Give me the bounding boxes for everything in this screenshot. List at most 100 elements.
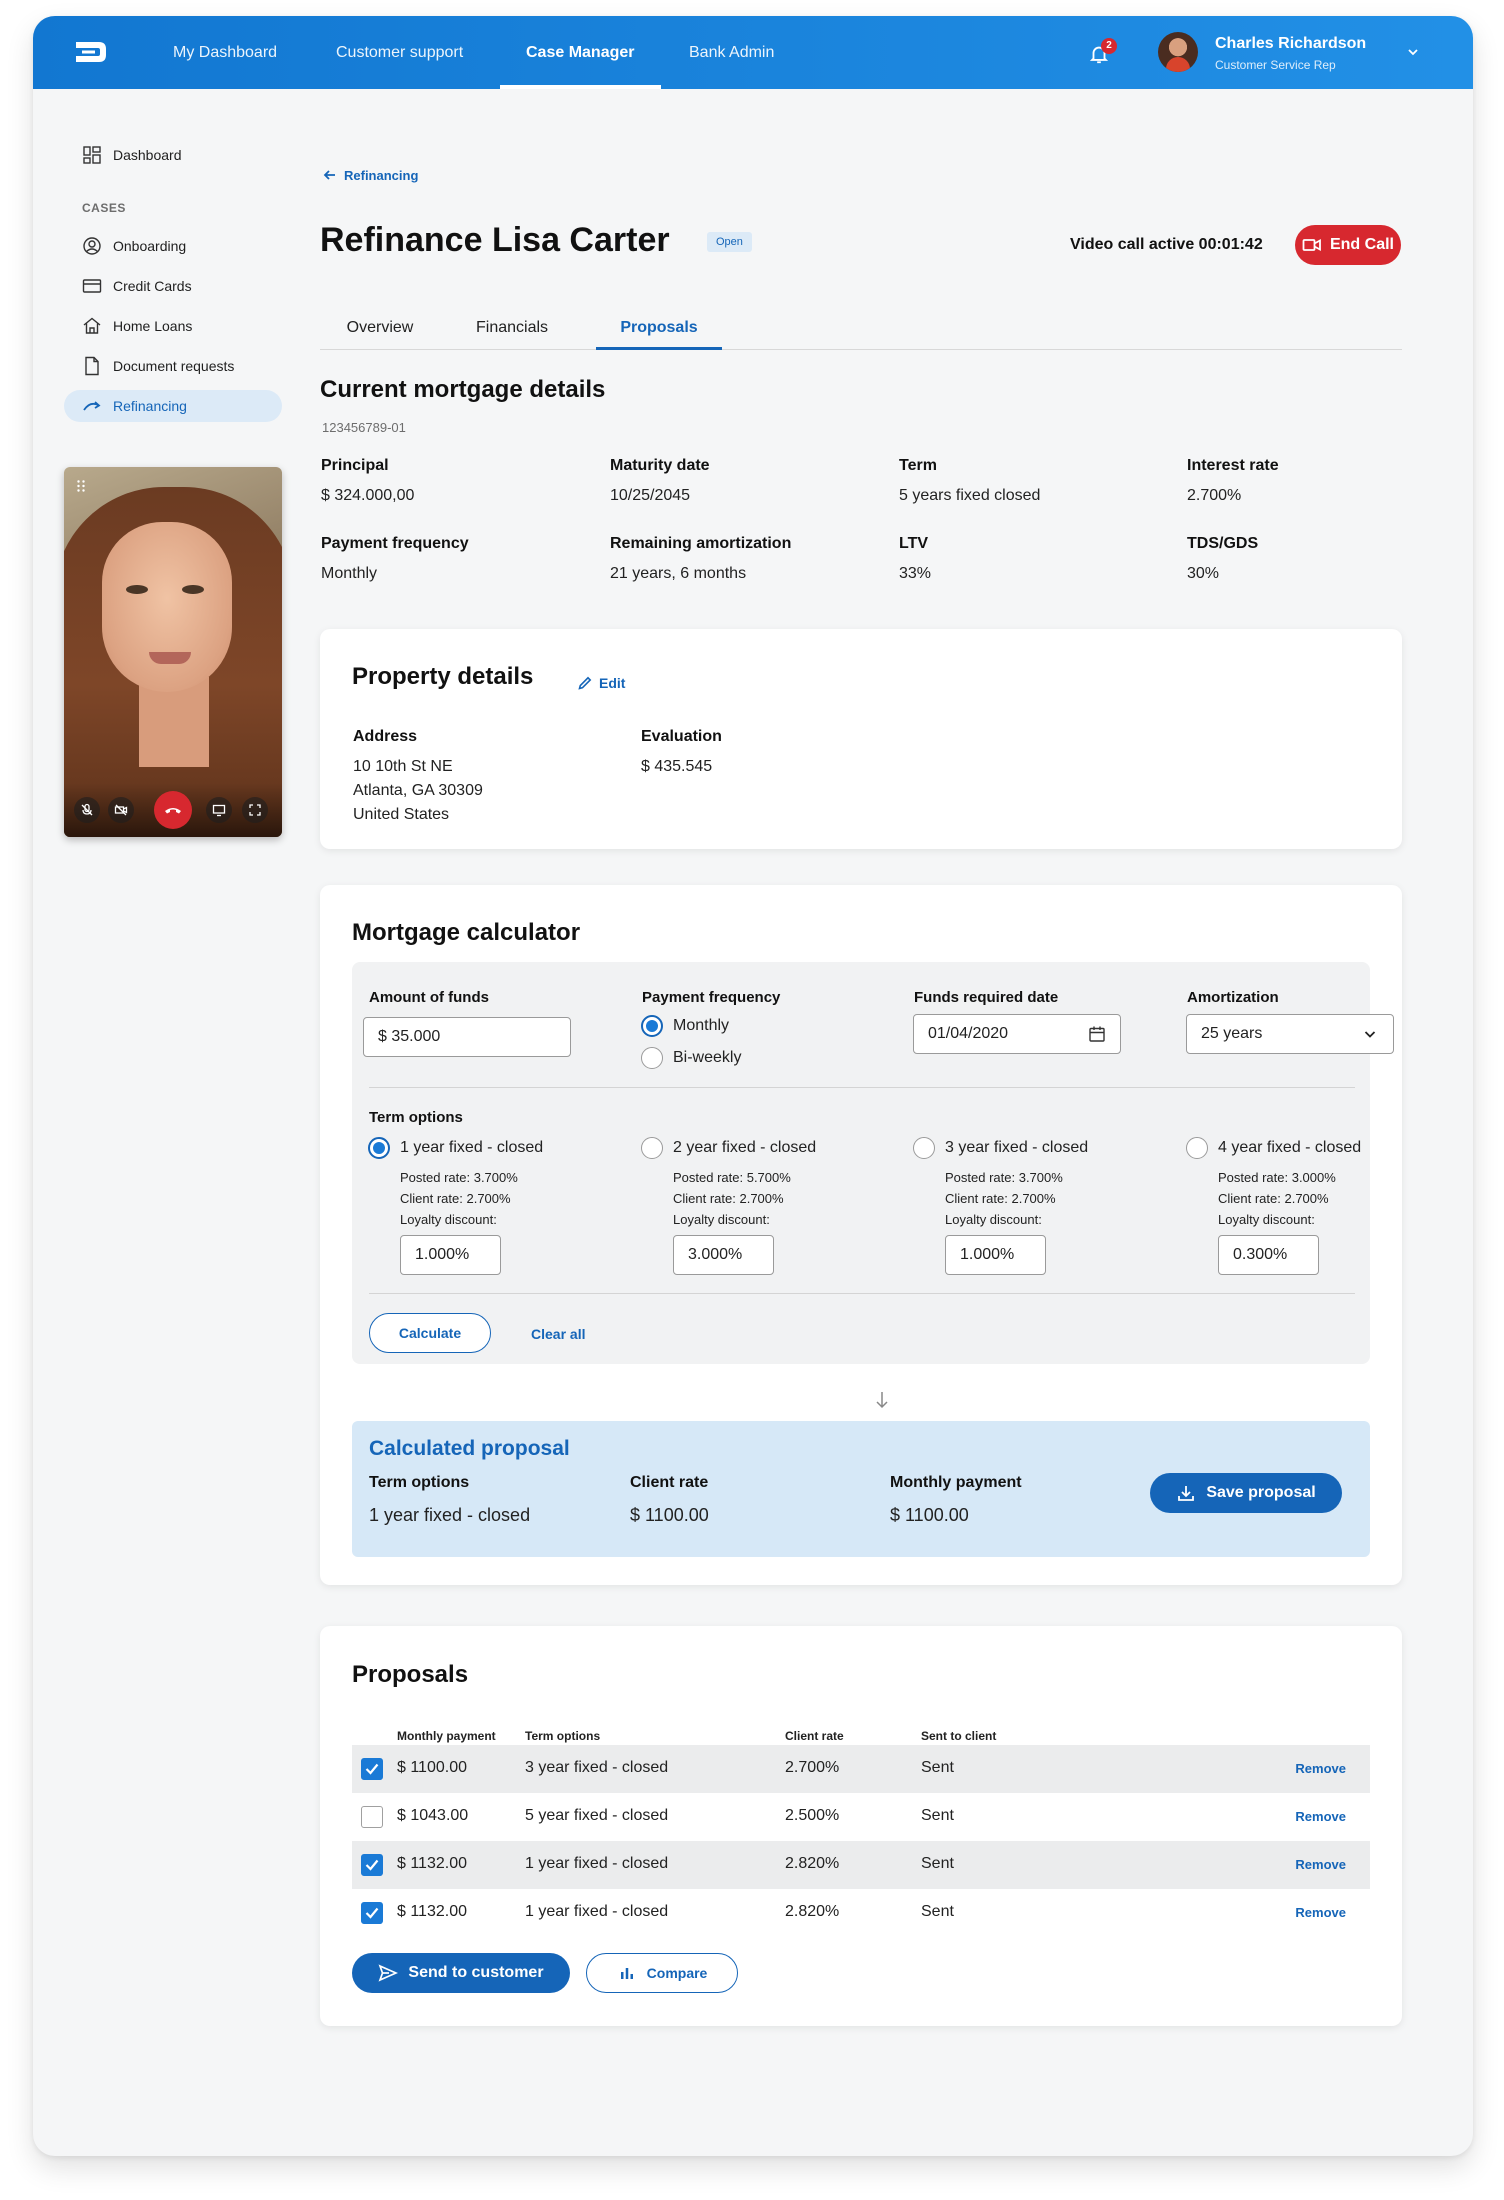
arrow-left-icon bbox=[323, 170, 335, 180]
video-call-status: Video call active 00:01:42 bbox=[1070, 236, 1263, 253]
proposal-term-label: Term options bbox=[369, 1474, 470, 1491]
edit-property-link[interactable]: Edit bbox=[577, 675, 625, 691]
avatar[interactable] bbox=[1158, 32, 1198, 72]
tds-gds-label: TDS/GDS bbox=[1187, 535, 1259, 552]
amortization-label: Amortization bbox=[1187, 989, 1279, 1006]
row-sent: Sent bbox=[921, 1759, 954, 1776]
row-checkbox[interactable] bbox=[361, 1902, 383, 1924]
save-proposal-button[interactable]: Save proposal bbox=[1150, 1473, 1342, 1513]
remove-button[interactable]: Remove bbox=[1295, 1809, 1346, 1824]
calculate-button[interactable]: Calculate bbox=[369, 1313, 491, 1353]
term-option-4-radio[interactable] bbox=[1186, 1137, 1208, 1159]
proposal-payment-label: Monthly payment bbox=[890, 1474, 1022, 1491]
mute-button[interactable] bbox=[74, 797, 100, 823]
row-checkbox[interactable] bbox=[361, 1806, 383, 1828]
term-option-3-label: 3 year fixed - closed bbox=[945, 1139, 1089, 1156]
sidebar-item-refinancing[interactable]: Refinancing bbox=[64, 390, 282, 422]
frequency-monthly-radio[interactable] bbox=[641, 1015, 663, 1037]
remaining-amortization-value: 21 years, 6 months bbox=[610, 565, 747, 582]
sidebar-item-label: Onboarding bbox=[113, 238, 187, 254]
compare-label: Compare bbox=[646, 1965, 708, 1981]
end-call-label: End Call bbox=[1329, 236, 1394, 253]
property-section-title: Property details bbox=[352, 663, 534, 690]
sidebar-item-credit-cards[interactable]: Credit Cards bbox=[64, 270, 282, 302]
ltv-value: 33% bbox=[899, 565, 932, 582]
principal-label: Principal bbox=[321, 457, 389, 474]
remove-button[interactable]: Remove bbox=[1295, 1905, 1346, 1920]
term-option-1-radio[interactable] bbox=[368, 1137, 390, 1159]
term-option-2-client: Client rate: 2.700% bbox=[673, 1191, 784, 1206]
term-option-4-posted: Posted rate: 3.000% bbox=[1218, 1170, 1336, 1185]
term-option-4-discount-input[interactable]: 0.300% bbox=[1218, 1235, 1319, 1275]
arrow-down-icon bbox=[876, 1392, 888, 1409]
sidebar-item-home-loans[interactable]: Home Loans bbox=[64, 310, 282, 342]
phone-hangup-icon bbox=[165, 808, 181, 814]
row-sent: Sent bbox=[921, 1903, 954, 1920]
row-checkbox[interactable] bbox=[361, 1854, 383, 1876]
mic-off-icon bbox=[81, 803, 93, 816]
sidebar-item-document-requests[interactable]: Document requests bbox=[64, 350, 282, 382]
payment-frequency-value: Monthly bbox=[321, 565, 378, 582]
sidebar-item-dashboard[interactable]: Dashboard bbox=[64, 139, 282, 171]
camera-toggle-button[interactable] bbox=[108, 797, 134, 823]
tab-financials[interactable]: Financials bbox=[444, 306, 580, 350]
term-label: Term bbox=[899, 457, 937, 474]
term-option-1-label: 1 year fixed - closed bbox=[400, 1139, 544, 1156]
status-badge: Open bbox=[707, 232, 752, 252]
send-icon bbox=[378, 1964, 399, 1982]
user-role: Customer Service Rep bbox=[1215, 58, 1336, 72]
frequency-label: Payment frequency bbox=[642, 989, 781, 1006]
address-label: Address bbox=[353, 728, 418, 745]
calendar-icon[interactable] bbox=[1088, 1025, 1106, 1043]
term-option-1-discount-input[interactable]: 1.000% bbox=[400, 1235, 501, 1275]
row-term: 3 year fixed - closed bbox=[525, 1759, 669, 1776]
remove-button[interactable]: Remove bbox=[1295, 1761, 1346, 1776]
brand-logo[interactable] bbox=[73, 38, 109, 66]
drag-handle-icon[interactable] bbox=[76, 479, 86, 493]
row-rate: 2.500% bbox=[785, 1807, 840, 1824]
compare-button[interactable]: Compare bbox=[586, 1953, 738, 1993]
send-to-customer-button[interactable]: Send to customer bbox=[352, 1953, 570, 1993]
row-sent: Sent bbox=[921, 1807, 954, 1824]
tab-proposals[interactable]: Proposals bbox=[596, 306, 722, 350]
remove-button[interactable]: Remove bbox=[1295, 1857, 1346, 1872]
notification-badge: 2 bbox=[1101, 38, 1117, 54]
row-term: 1 year fixed - closed bbox=[525, 1903, 669, 1920]
interest-rate-value: 2.700% bbox=[1187, 487, 1242, 504]
screen-share-icon bbox=[212, 804, 226, 817]
term-option-3-discount-input[interactable]: 1.000% bbox=[945, 1235, 1046, 1275]
fullscreen-icon bbox=[249, 804, 261, 816]
video-camera-icon bbox=[1302, 238, 1321, 252]
video-controls bbox=[64, 783, 282, 837]
proposal-payment-value: $ 1100.00 bbox=[890, 1505, 969, 1525]
fullscreen-button[interactable] bbox=[242, 797, 268, 823]
proposals-section-title: Proposals bbox=[352, 1661, 469, 1688]
row-checkbox[interactable] bbox=[361, 1758, 383, 1780]
end-call-button[interactable]: End Call bbox=[1295, 225, 1401, 265]
row-payment: $ 1043.00 bbox=[397, 1807, 469, 1824]
breadcrumb[interactable]: Refinancing bbox=[322, 167, 418, 183]
funds-input[interactable]: $ 35.000 bbox=[363, 1017, 571, 1057]
nav-bank-admin[interactable]: Bank Admin bbox=[689, 16, 774, 89]
calculator-section-title: Mortgage calculator bbox=[352, 919, 581, 946]
tab-overview[interactable]: Overview bbox=[320, 306, 440, 350]
document-icon bbox=[85, 356, 99, 376]
column-client-rate: Client rate bbox=[785, 1729, 844, 1743]
sidebar-item-onboarding[interactable]: Onboarding bbox=[64, 230, 282, 262]
hang-up-button[interactable] bbox=[154, 791, 192, 829]
term-option-3-radio[interactable] bbox=[913, 1137, 935, 1159]
nav-my-dashboard[interactable]: My Dashboard bbox=[173, 16, 277, 89]
clear-all-button[interactable]: Clear all bbox=[531, 1326, 585, 1342]
chevron-down-icon[interactable] bbox=[1362, 1026, 1378, 1042]
screen-share-button[interactable] bbox=[206, 797, 232, 823]
term-option-2-discount-input[interactable]: 3.000% bbox=[673, 1235, 774, 1275]
chevron-down-icon[interactable] bbox=[1405, 44, 1421, 60]
camera-off-icon bbox=[114, 804, 128, 816]
nav-case-manager[interactable]: Case Manager bbox=[500, 16, 660, 89]
check-icon bbox=[365, 1763, 379, 1775]
frequency-biweekly-radio[interactable] bbox=[641, 1047, 663, 1069]
nav-customer-support[interactable]: Customer support bbox=[336, 16, 463, 89]
video-call-window[interactable] bbox=[64, 467, 282, 837]
term-option-2-radio[interactable] bbox=[641, 1137, 663, 1159]
video-eye bbox=[182, 585, 204, 594]
